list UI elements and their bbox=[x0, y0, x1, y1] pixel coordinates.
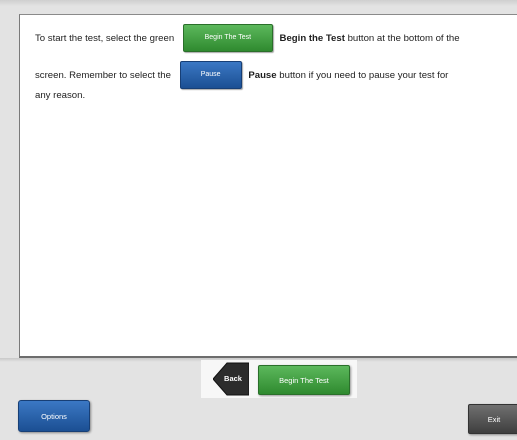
instructions-line-1-suffix: button at the bottom of the bbox=[347, 33, 460, 44]
begin-the-test-button[interactable]: Begin The Test bbox=[258, 365, 350, 395]
begin-test-bold-text: Begin the Test bbox=[279, 33, 345, 44]
window-top-edge bbox=[0, 0, 517, 6]
instructions-panel: To start the test, select the green Begi… bbox=[19, 14, 517, 358]
instructions-line-2: screen. Remember to select the Pause Pau… bbox=[35, 61, 448, 91]
instructions-line-2-suffix: button if you need to pause your test fo… bbox=[279, 70, 449, 81]
back-button-label[interactable]: Back bbox=[220, 372, 246, 386]
instructions-line-1-prefix: To start the test, select the green bbox=[35, 33, 175, 44]
exit-button[interactable]: Exit bbox=[468, 404, 517, 434]
instructions-line-1: To start the test, select the green Begi… bbox=[35, 24, 460, 54]
test-window: To start the test, select the green Begi… bbox=[0, 0, 517, 440]
instructions-line-2-prefix: screen. Remember to select the bbox=[35, 70, 171, 81]
pause-bold-text: Pause bbox=[248, 70, 277, 81]
options-button[interactable]: Options bbox=[18, 400, 90, 432]
instructions-line-3-text: any reason. bbox=[35, 90, 86, 101]
begin-test-button-illustration: Begin The Test bbox=[182, 24, 273, 53]
pause-button-illustration: Pause bbox=[179, 61, 242, 90]
instructions-line-3: any reason. bbox=[35, 86, 85, 106]
